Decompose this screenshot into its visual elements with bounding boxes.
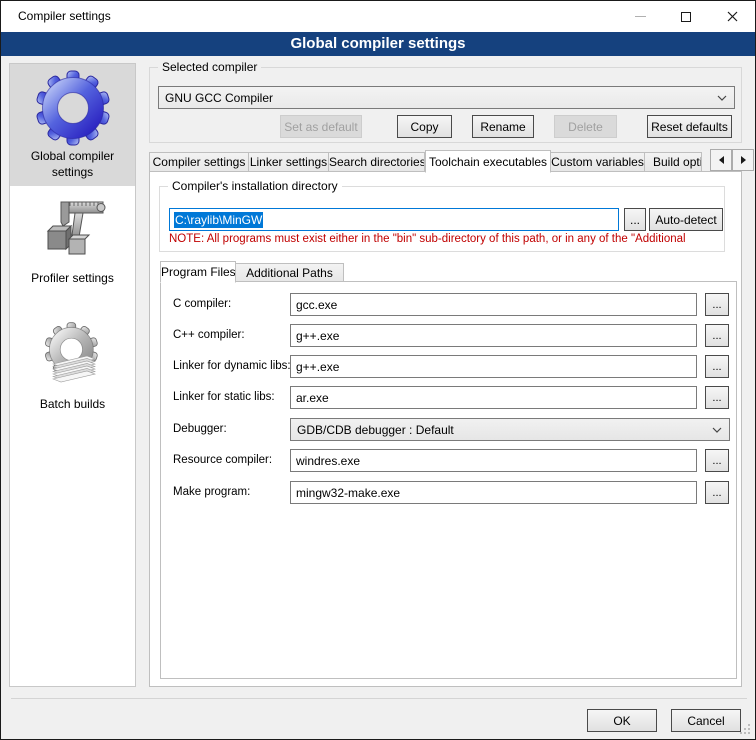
close-icon xyxy=(727,11,738,22)
installation-directory-group: Compiler's installation directory C:\ray… xyxy=(159,186,725,252)
resource-compiler-input[interactable] xyxy=(290,449,697,472)
resource-compiler-label: Resource compiler: xyxy=(173,454,272,466)
make-program-row: Make program: ... xyxy=(161,481,736,504)
sidebar-item-label: Batch builds xyxy=(10,394,135,412)
caliper-icon xyxy=(35,192,111,268)
tab-search-directories[interactable]: Search directories xyxy=(329,152,425,172)
c-compiler-label: C compiler: xyxy=(173,298,231,310)
sidebar-item-global-compiler-settings[interactable]: Global compiler settings xyxy=(10,64,135,186)
selected-compiler-group-label: Selected compiler xyxy=(158,60,261,74)
delete-button[interactable]: Delete xyxy=(554,115,617,138)
c-compiler-row: C compiler: ... xyxy=(161,293,736,316)
make-program-label: Make program: xyxy=(173,486,250,498)
auto-detect-button[interactable]: Auto-detect xyxy=(649,208,723,231)
cpp-compiler-browse-button[interactable]: ... xyxy=(705,324,729,347)
tab-linker-settings[interactable]: Linker settings xyxy=(249,152,329,172)
ok-button[interactable]: OK xyxy=(587,709,657,732)
installation-directory-value: C:\raylib\MinGW xyxy=(174,212,263,228)
installation-directory-group-label: Compiler's installation directory xyxy=(168,179,342,193)
sidebar-item-label: Profiler settings xyxy=(10,268,135,286)
tab-build-options[interactable]: Build options xyxy=(645,152,702,172)
bin-subdirectory-note: NOTE: All programs must exist either in … xyxy=(169,233,721,248)
c-compiler-input[interactable] xyxy=(290,293,697,316)
resource-compiler-row: Resource compiler: ... xyxy=(161,449,736,472)
chevron-down-icon xyxy=(717,95,727,101)
static-linker-input[interactable] xyxy=(290,386,697,409)
copy-button[interactable]: Copy xyxy=(397,115,452,138)
toolchain-executables-page: Compiler's installation directory C:\ray… xyxy=(149,171,742,687)
tab-scroll-right-icon xyxy=(741,156,746,164)
footer-separator xyxy=(11,698,747,699)
minimize-button[interactable] xyxy=(617,1,663,32)
reset-defaults-button[interactable]: Reset defaults xyxy=(647,115,732,138)
cpp-compiler-input[interactable] xyxy=(290,324,697,347)
tab-custom-variables[interactable]: Custom variables xyxy=(551,152,645,172)
make-program-browse-button[interactable]: ... xyxy=(705,481,729,504)
settings-tabstrip: Compiler settings Linker settings Search… xyxy=(149,149,709,172)
close-button[interactable] xyxy=(709,1,755,32)
dynamic-linker-input[interactable] xyxy=(290,355,697,378)
tab-additional-paths[interactable]: Additional Paths xyxy=(236,263,344,282)
c-compiler-browse-button[interactable]: ... xyxy=(705,293,729,316)
browse-directory-button[interactable]: ... xyxy=(624,208,646,231)
debugger-select[interactable]: GDB/CDB debugger : Default xyxy=(290,418,730,441)
compiler-select[interactable]: GNU GCC Compiler xyxy=(158,86,735,109)
selected-compiler-group: Selected compiler GNU GCC Compiler Set a… xyxy=(149,67,742,143)
cpp-compiler-row: C++ compiler: ... xyxy=(161,324,736,347)
tab-toolchain-executables[interactable]: Toolchain executables xyxy=(425,150,551,173)
dynamic-linker-label: Linker for dynamic libs: xyxy=(173,360,291,372)
dynamic-linker-row: Linker for dynamic libs: ... xyxy=(161,355,736,378)
static-linker-browse-button[interactable]: ... xyxy=(705,386,729,409)
blue-gear-icon xyxy=(35,70,111,146)
program-files-page: C compiler: ... C++ compiler: ... Linker… xyxy=(160,281,737,679)
set-as-default-button[interactable]: Set as default xyxy=(280,115,362,138)
static-linker-label: Linker for static libs: xyxy=(173,391,275,403)
resize-grip[interactable] xyxy=(740,724,750,734)
compiler-select-value: GNU GCC Compiler xyxy=(159,91,717,105)
sidebar-item-label: Global compiler settings xyxy=(10,146,135,180)
settings-category-list: Global compiler settings P xyxy=(9,63,136,687)
maximize-icon xyxy=(681,12,691,22)
dynamic-linker-browse-button[interactable]: ... xyxy=(705,355,729,378)
static-linker-row: Linker for static libs: ... xyxy=(161,386,736,409)
debugger-row: Debugger: GDB/CDB debugger : Default xyxy=(161,418,736,441)
gray-gear-stack-icon xyxy=(35,322,111,394)
program-files-tabstrip: Program Files Additional Paths xyxy=(160,260,344,282)
make-program-input[interactable] xyxy=(290,481,697,504)
cpp-compiler-label: C++ compiler: xyxy=(173,329,245,341)
tab-compiler-settings[interactable]: Compiler settings xyxy=(149,152,249,172)
sidebar-item-profiler-settings[interactable]: Profiler settings xyxy=(10,186,135,298)
installation-directory-input[interactable]: C:\raylib\MinGW xyxy=(169,208,619,231)
cancel-button[interactable]: Cancel xyxy=(671,709,741,732)
maximize-button[interactable] xyxy=(663,1,709,32)
compiler-settings-dialog: Compiler settings Global compiler settin… xyxy=(0,0,756,740)
debugger-label: Debugger: xyxy=(173,423,227,435)
resource-compiler-browse-button[interactable]: ... xyxy=(705,449,729,472)
titlebar[interactable]: Compiler settings xyxy=(1,1,755,32)
tab-scroll-left-button[interactable] xyxy=(710,149,732,171)
window-title: Compiler settings xyxy=(18,9,111,23)
minimize-icon xyxy=(635,16,646,17)
dialog-header: Global compiler settings xyxy=(1,32,755,56)
debugger-select-value: GDB/CDB debugger : Default xyxy=(291,423,712,437)
chevron-down-icon xyxy=(712,427,722,433)
rename-button[interactable]: Rename xyxy=(472,115,534,138)
tab-program-files[interactable]: Program Files xyxy=(160,261,236,283)
tab-scroll-right-button[interactable] xyxy=(732,149,754,171)
sidebar-item-batch-builds[interactable]: Batch builds xyxy=(10,316,135,416)
tab-scroll-left-icon xyxy=(719,156,724,164)
